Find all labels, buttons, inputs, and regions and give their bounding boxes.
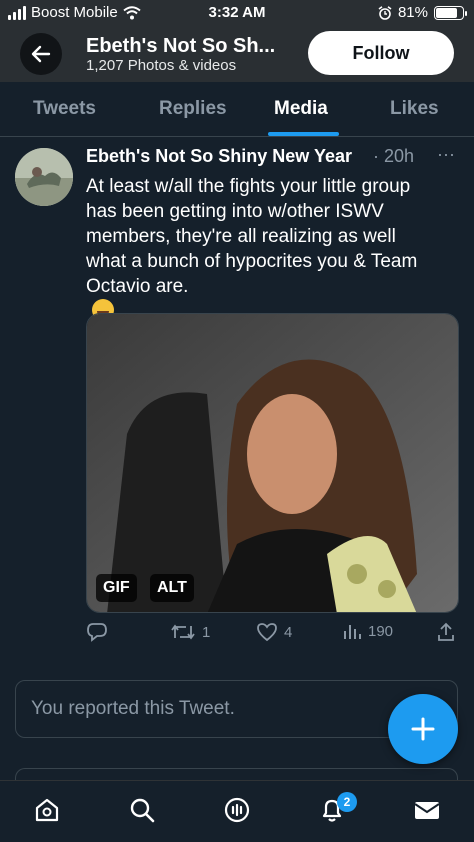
retweet-count: 1 [202, 623, 211, 641]
share-button[interactable] [436, 622, 456, 642]
tweet-text-line: has been getting into w/other ISWV [86, 201, 384, 222]
alarm-icon [378, 5, 392, 20]
tab-media[interactable]: Media [274, 98, 328, 120]
nav-search[interactable] [127, 795, 157, 825]
back-button[interactable] [20, 33, 62, 75]
share-icon [438, 622, 454, 641]
tweet-time: · 20h [373, 146, 415, 166]
profile-title: Ebeth's Not So Sh... [86, 35, 276, 57]
media-count: 1,207 Photos & videos [86, 57, 237, 74]
battery-percent: 81% [397, 4, 428, 21]
notification-count-badge: 2 [337, 792, 357, 812]
tab-replies[interactable]: Replies [159, 98, 227, 120]
alt-badge[interactable]: ALT [150, 574, 194, 602]
tweet-text-line: what a bunch of hypocrites you & Team [86, 251, 418, 272]
views-icon [344, 625, 361, 639]
follow-button[interactable]: Follow [308, 31, 454, 75]
tweet-actions: 1 4 190 [0, 622, 474, 652]
tweet-text-line: At least w/all the fights your little gr… [86, 176, 411, 197]
retweet-button[interactable]: 1 [170, 622, 210, 642]
views-count: 190 [368, 622, 394, 640]
home-icon [35, 798, 59, 822]
more-options-icon[interactable]: ··· [437, 144, 455, 165]
tweet-author-name[interactable]: Ebeth's Not So Shiny New Year [86, 146, 352, 167]
retweet-icon [171, 624, 195, 640]
reported-notice-text: You reported this Tweet. [31, 698, 235, 719]
tweet-text-line: members, they're all realizing as well [86, 226, 396, 247]
tab-likes[interactable]: Likes [390, 98, 439, 120]
profile-header: Ebeth's Not So Sh... 1,207 Photos & vide… [0, 26, 474, 82]
profile-tabs: Tweets Replies Media Likes [0, 82, 474, 137]
gif-badge: GIF [96, 574, 137, 602]
nav-spaces[interactable] [222, 795, 252, 825]
status-right: 81% [378, 4, 467, 21]
reply-button[interactable] [86, 622, 114, 642]
compose-tweet-button[interactable] [388, 694, 458, 764]
views-button[interactable]: 190 [342, 622, 393, 640]
active-tab-indicator [268, 132, 339, 136]
messages-icon [414, 802, 440, 819]
nav-home[interactable] [32, 795, 62, 825]
search-icon [130, 798, 155, 823]
plus-icon [411, 717, 435, 741]
tweet-text: At least w/all the fights your little gr… [86, 174, 446, 321]
heart-icon [257, 623, 277, 642]
reply-icon [87, 623, 107, 642]
like-button[interactable]: 4 [256, 622, 292, 642]
avatar[interactable] [15, 148, 73, 206]
spaces-icon [224, 797, 250, 823]
status-bar: Boost Mobile 3:32 AM 81% [0, 0, 474, 26]
tweet-text-line: Octavio are. [86, 276, 189, 297]
bottom-navigation [0, 780, 474, 842]
nav-messages[interactable] [412, 795, 442, 825]
battery-icon [434, 5, 467, 20]
like-count: 4 [284, 623, 293, 641]
tweet-media-gif[interactable] [86, 313, 459, 613]
arrow-left-icon [31, 45, 51, 63]
tab-tweets[interactable]: Tweets [33, 98, 96, 120]
